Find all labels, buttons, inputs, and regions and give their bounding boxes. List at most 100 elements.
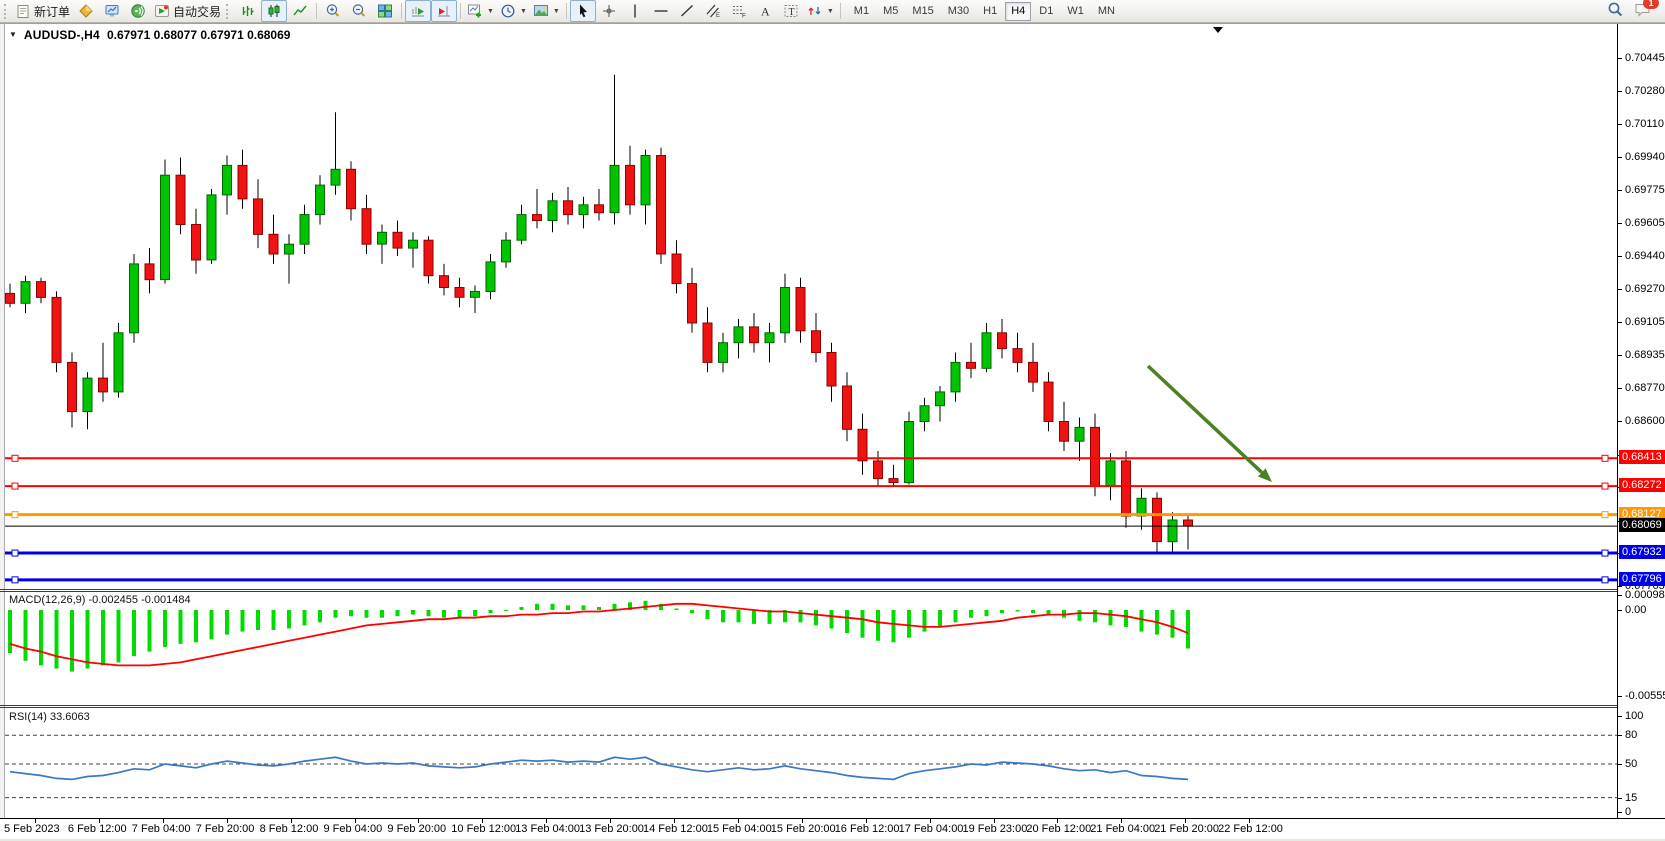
trendline-tool-button[interactable]	[674, 0, 700, 22]
candle-body	[579, 205, 588, 215]
candle-body	[765, 333, 774, 343]
macd-histogram-bar	[210, 610, 214, 639]
line-endpoint-handle[interactable]	[1602, 455, 1608, 461]
macd-histogram-bar	[55, 610, 59, 669]
new-order-button[interactable]: 新订单	[13, 0, 73, 22]
vertical-line-tool-button[interactable]	[622, 0, 648, 22]
periods-button[interactable]: ▼	[497, 0, 530, 22]
candle-body	[207, 195, 216, 260]
text-tool-button[interactable]: A	[752, 0, 778, 22]
svg-text:T: T	[788, 7, 794, 18]
timeframe-m15-button[interactable]: M15	[906, 2, 939, 21]
timeframe-mn-button[interactable]: MN	[1092, 2, 1121, 21]
time-axis-label: 22 Feb 12:00	[1218, 823, 1283, 835]
line-chart-icon	[292, 3, 308, 19]
candle-body	[905, 422, 914, 483]
algo-trading-icon	[154, 3, 170, 19]
text-label-tool-button[interactable]: T	[778, 0, 804, 22]
timeframe-d1-button[interactable]: D1	[1033, 2, 1059, 21]
price-axis-tick	[1618, 157, 1622, 158]
macd-histogram-bar	[520, 607, 524, 610]
timeframe-m30-button[interactable]: M30	[942, 2, 975, 21]
add-indicator-icon	[467, 3, 483, 19]
line-endpoint-handle[interactable]	[12, 512, 18, 518]
trading-terminal-window: 新订单 自动交易	[0, 0, 1665, 841]
line-endpoint-handle[interactable]	[1602, 577, 1608, 583]
candlestick-icon	[266, 3, 282, 19]
zoom-out-button[interactable]	[346, 0, 372, 22]
price-axis-tick	[1618, 223, 1622, 224]
crosshair-tool-button[interactable]	[596, 0, 622, 22]
line-endpoint-handle[interactable]	[12, 483, 18, 489]
macd-histogram-bar	[86, 610, 90, 669]
deposit-button[interactable]	[73, 0, 99, 22]
bar-chart-mode-button[interactable]	[235, 0, 261, 22]
crosshair-icon	[601, 3, 617, 19]
macd-pane[interactable]	[5, 592, 1617, 705]
cursor-tool-button[interactable]	[570, 0, 596, 22]
rsi-axis-label: 100	[1625, 710, 1643, 723]
templates-button[interactable]: ▼	[530, 0, 563, 22]
pane-divider[interactable]	[0, 589, 1617, 590]
algo-trading-button[interactable]: 自动交易	[151, 0, 224, 22]
timeframe-h1-button[interactable]: H1	[977, 2, 1003, 21]
chart-shift-button[interactable]	[431, 0, 457, 22]
macd-histogram-bar	[1124, 610, 1128, 627]
timeframe-w1-button[interactable]: W1	[1061, 2, 1090, 21]
one-click-trading-toggle[interactable]: ▼	[9, 30, 17, 40]
line-endpoint-handle[interactable]	[1602, 483, 1608, 489]
candle-body	[83, 378, 92, 412]
indicators-button[interactable]: ▼	[464, 0, 497, 22]
macd-histogram-bar	[256, 610, 260, 630]
rsi-axis-label: 50	[1625, 758, 1637, 771]
line-endpoint-handle[interactable]	[1602, 550, 1608, 556]
timeframe-h4-button[interactable]: H4	[1005, 2, 1031, 21]
macd-axis-tick	[1618, 595, 1622, 596]
signals-button[interactable]	[125, 0, 151, 22]
horizontal-line-tool-button[interactable]	[648, 0, 674, 22]
rsi-pane[interactable]	[5, 708, 1617, 818]
macd-histogram-bar	[675, 609, 679, 611]
timeframe-m5-button[interactable]: M5	[877, 2, 904, 21]
arrows-tool-button[interactable]: ▼	[804, 0, 837, 22]
price-axis[interactable]: 0.704450.702800.701100.699400.697750.696…	[1618, 0, 1665, 841]
candlestick-mode-button[interactable]	[261, 0, 287, 22]
candle-body	[889, 479, 898, 483]
candle-body	[409, 240, 418, 248]
price-tick-label: 0.69105	[1625, 316, 1665, 329]
line-endpoint-handle[interactable]	[12, 455, 18, 461]
trend-arrow[interactable]	[1148, 366, 1262, 472]
line-chart-mode-button[interactable]	[287, 0, 313, 22]
macd-histogram-bar	[8, 610, 12, 653]
toolbar-grip[interactable]	[4, 4, 9, 19]
candle-body	[254, 199, 263, 235]
macd-axis-tick	[1618, 610, 1622, 611]
candle-body	[1075, 427, 1084, 441]
macd-histogram-bar	[1016, 610, 1020, 612]
line-endpoint-handle[interactable]	[12, 577, 18, 583]
market-watch-button[interactable]	[99, 0, 125, 22]
rsi-axis-tick	[1618, 716, 1622, 717]
tile-windows-button[interactable]	[372, 0, 398, 22]
candle-body	[657, 156, 666, 255]
price-tick-label: 0.70110	[1625, 118, 1664, 131]
toolbar-grip[interactable]	[226, 4, 231, 19]
candle-body	[223, 165, 232, 195]
channel-tool-button[interactable]: E	[700, 0, 726, 22]
time-axis-label: 13 Feb 04:00	[515, 823, 580, 835]
macd-histogram-bar	[644, 601, 648, 610]
cursor-icon	[575, 3, 591, 19]
line-endpoint-handle[interactable]	[12, 550, 18, 556]
auto-scroll-button[interactable]	[405, 0, 431, 22]
main-chart-pane[interactable]	[5, 24, 1617, 589]
candle-body	[936, 392, 945, 406]
pane-divider[interactable]	[0, 705, 1617, 706]
zoom-in-button[interactable]	[320, 0, 346, 22]
line-endpoint-handle[interactable]	[1602, 512, 1608, 518]
time-axis[interactable]: 5 Feb 20236 Feb 12:007 Feb 04:007 Feb 20…	[0, 818, 1665, 840]
fibonacci-tool-button[interactable]: F	[726, 0, 752, 22]
candle-body	[719, 343, 728, 363]
macd-histogram-bar	[272, 610, 276, 630]
timeframe-m1-button[interactable]: M1	[848, 2, 875, 21]
rsi-axis-label: 80	[1625, 729, 1637, 742]
